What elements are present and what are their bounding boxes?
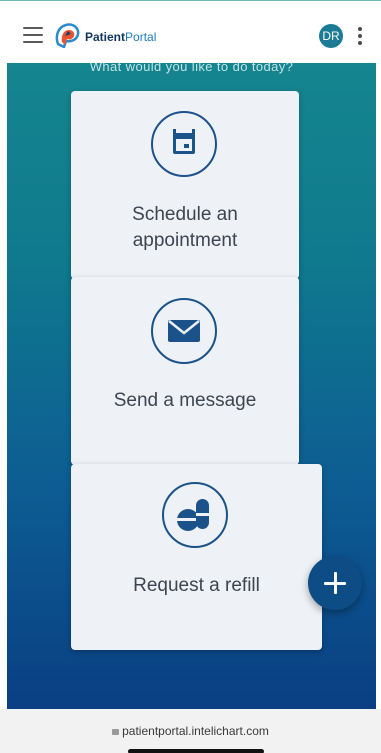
patientportal-logo-icon[interactable] — [54, 22, 80, 48]
calendar-glyph — [173, 129, 195, 154]
request-refill-label: Request a refill — [133, 575, 260, 596]
more-options-icon[interactable] — [357, 27, 363, 45]
brand-name: PatientPortal — [85, 30, 156, 44]
app-screen: PatientPortal DR What would you like to … — [0, 0, 381, 753]
prompt-text: What would you like to do today? — [89, 63, 294, 74]
send-message-card[interactable]: Send a message — [71, 277, 299, 465]
calendar-icon — [151, 111, 217, 177]
lock-icon — [112, 729, 120, 735]
hamburger-menu-icon[interactable] — [23, 27, 43, 43]
url-text: patientportal.intelichart.com — [122, 724, 269, 738]
browser-bottom-bar: patientportal.intelichart.com — [0, 709, 381, 753]
app-header: PatientPortal DR — [7, 1, 376, 63]
prompt-heading: What would you like to do today? — [7, 63, 376, 79]
pills-glyph — [177, 499, 209, 531]
dashboard-main: What would you like to do today? Schedul… — [7, 63, 376, 709]
schedule-label-line2: appointment — [132, 230, 238, 251]
pills-icon — [162, 482, 228, 548]
envelope-icon — [151, 298, 217, 364]
envelope-glyph — [168, 320, 200, 342]
add-action-button[interactable] — [308, 556, 362, 610]
plus-icon-vertical — [333, 572, 337, 594]
schedule-appointment-card[interactable]: Schedule an appointment — [71, 91, 299, 279]
brand-name-regular: Portal — [125, 30, 157, 44]
user-avatar[interactable]: DR — [319, 24, 343, 48]
brand-name-bold: Patient — [85, 30, 126, 44]
url-address[interactable]: patientportal.intelichart.com — [0, 724, 381, 738]
send-message-label: Send a message — [113, 390, 257, 411]
request-refill-card[interactable]: Request a refill — [71, 464, 322, 650]
home-indicator[interactable] — [128, 749, 264, 753]
schedule-label-line1: Schedule an — [132, 204, 238, 225]
